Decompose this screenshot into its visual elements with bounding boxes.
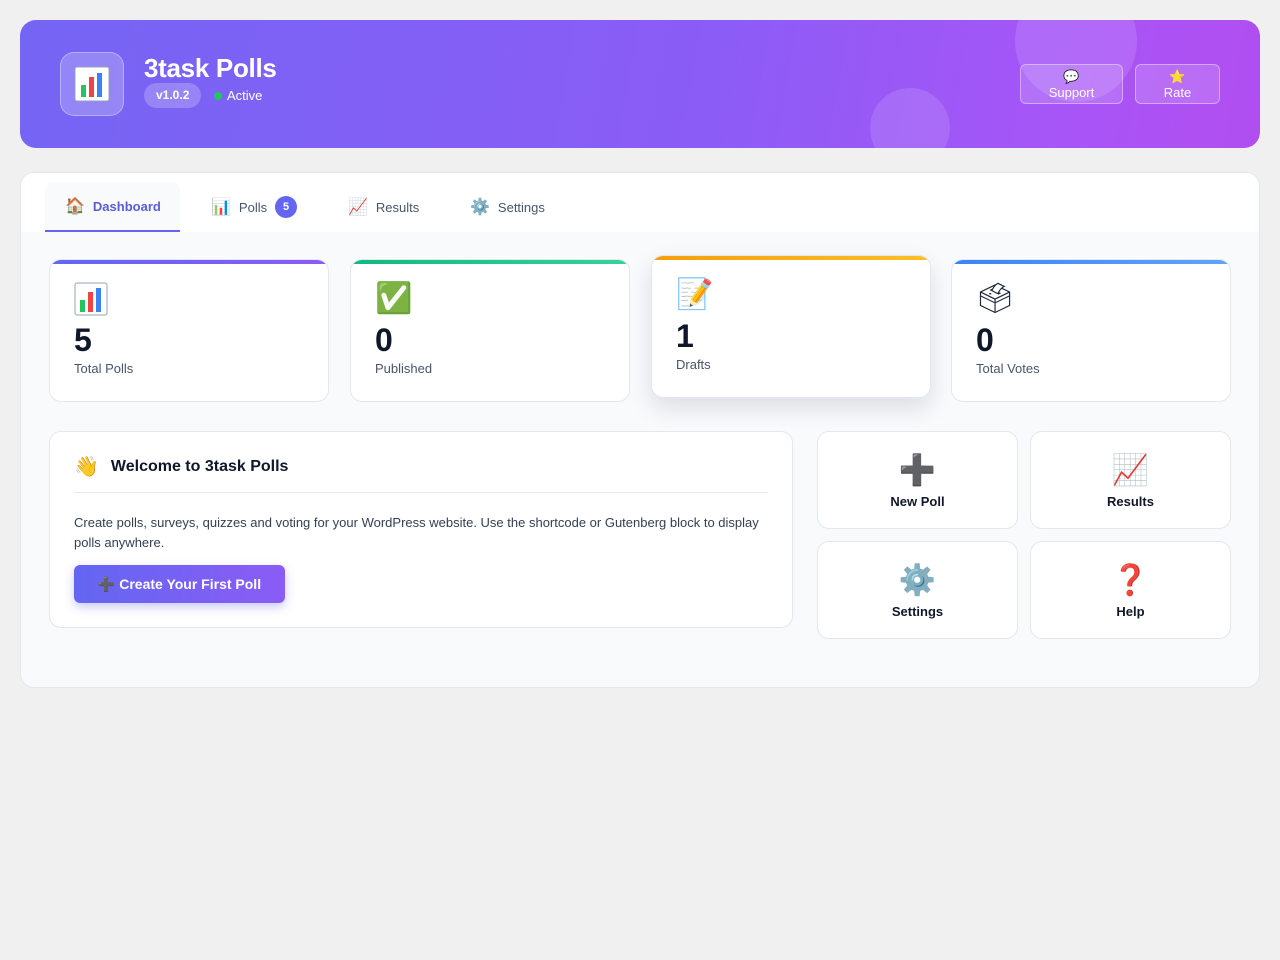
stat-card-drafts: 📝 1 Drafts: [651, 255, 931, 398]
stat-label: Drafts: [676, 357, 711, 372]
status-dot-icon: [214, 91, 222, 100]
tile-label: New Poll: [890, 493, 945, 509]
stat-value: 0: [976, 322, 994, 358]
gear-icon: ⚙️: [470, 199, 490, 216]
tab-label: Results: [375, 199, 420, 215]
waving-hand-icon: 👋: [74, 456, 99, 478]
tab-label: Settings: [497, 199, 545, 215]
question-mark-icon: ❓: [1111, 563, 1150, 597]
ballot-box-icon: 🗳: [976, 282, 1015, 315]
plugin-header: 3task Polls v1.0.2 Active 💬 Support ⭐ Ra…: [20, 20, 1260, 148]
quick-action-settings[interactable]: ⚙️ Settings: [817, 541, 1018, 639]
quick-action-new-poll[interactable]: ➕ New Poll: [817, 431, 1018, 529]
stat-value: 5: [74, 322, 92, 358]
quick-action-results[interactable]: 📈 Results: [1030, 431, 1231, 529]
bar-chart-icon: [74, 66, 110, 102]
bar-chart-icon: 📊: [211, 199, 231, 216]
memo-icon: 📝: [676, 278, 714, 311]
tab-dashboard[interactable]: 🏠 Dashboard: [45, 182, 180, 232]
stat-card-published: ✅ 0 Published: [350, 259, 630, 402]
welcome-card: 👋 Welcome to 3task Polls Create polls, s…: [49, 431, 793, 628]
stat-value: 1: [676, 318, 694, 354]
tile-label: Results: [1107, 493, 1154, 509]
tab-bar: 🏠 Dashboard 📊 Polls 5 📈 Results ⚙️ Setti…: [21, 173, 1259, 232]
home-icon: 🏠: [65, 198, 85, 215]
divider: [74, 492, 768, 493]
header-decoration: [870, 88, 950, 148]
status-label: Active: [227, 88, 263, 103]
stat-label: Total Votes: [976, 361, 1040, 376]
create-first-poll-button[interactable]: ➕ Create Your First Poll: [74, 565, 285, 603]
tab-label: Polls: [238, 199, 268, 215]
app-logo: [60, 52, 124, 116]
stat-value: 0: [375, 322, 393, 358]
status-indicator: Active: [214, 88, 262, 103]
bar-chart-icon: [74, 282, 108, 316]
stat-label: Published: [375, 361, 433, 376]
trend-chart-icon: 📈: [1111, 453, 1150, 487]
tile-label: Help: [1116, 603, 1145, 619]
rate-button[interactable]: ⭐ Rate: [1135, 64, 1220, 104]
version-badge: v1.0.2: [144, 83, 202, 108]
tab-polls[interactable]: 📊 Polls 5: [191, 182, 317, 232]
stat-card-total-polls: 5 Total Polls: [49, 259, 329, 402]
trend-chart-icon: 📈: [348, 199, 368, 216]
welcome-header: 👋 Welcome to 3task Polls: [74, 454, 288, 479]
check-mark-icon: ✅: [375, 282, 413, 315]
welcome-title: Welcome to 3task Polls: [110, 457, 289, 475]
stat-label: Total Polls: [74, 361, 134, 376]
plus-icon: ➕: [898, 453, 937, 487]
dashboard-panel: 🏠 Dashboard 📊 Polls 5 📈 Results ⚙️ Setti…: [20, 172, 1260, 688]
tab-settings[interactable]: ⚙️ Settings: [450, 182, 565, 232]
tile-label: Settings: [891, 603, 944, 619]
stat-card-total-votes: 🗳 0 Total Votes: [951, 259, 1231, 402]
welcome-description: Create polls, surveys, quizzes and votin…: [74, 515, 759, 550]
quick-action-help[interactable]: ❓ Help: [1030, 541, 1231, 639]
tab-label: Dashboard: [92, 198, 161, 214]
polls-count-badge: 5: [275, 196, 298, 218]
app-title: 3task Polls: [144, 53, 277, 83]
support-button[interactable]: 💬 Support: [1020, 64, 1123, 104]
gear-icon: ⚙️: [898, 563, 937, 597]
tab-results[interactable]: 📈 Results: [328, 182, 439, 232]
